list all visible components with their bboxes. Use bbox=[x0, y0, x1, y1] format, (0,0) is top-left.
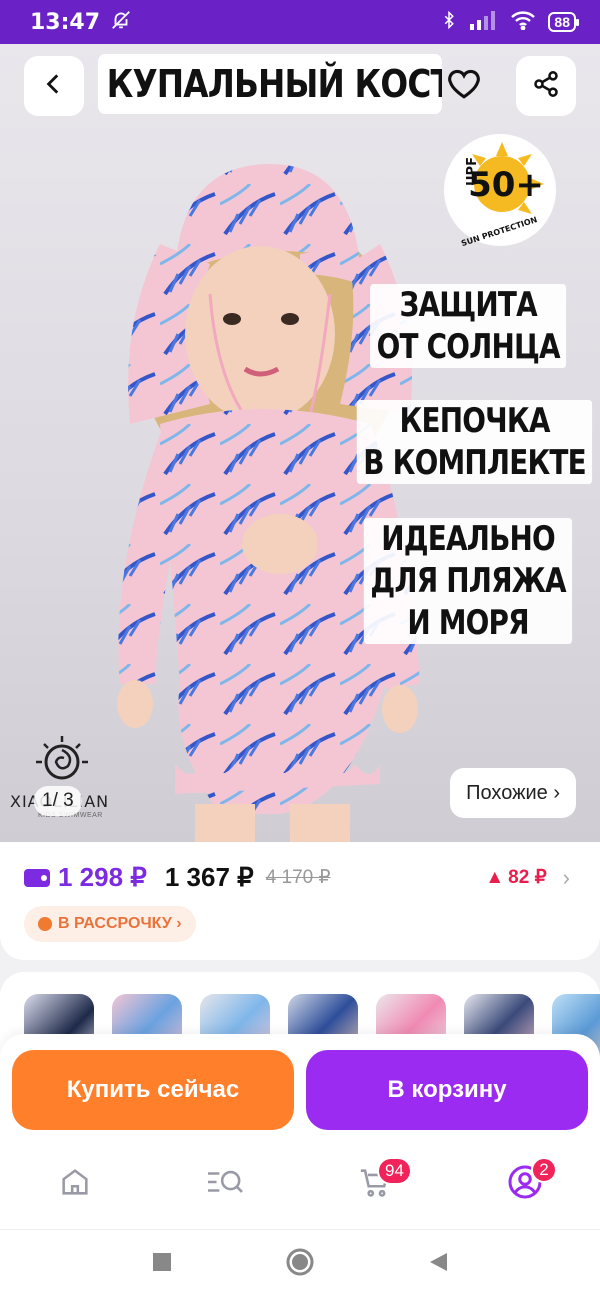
square-icon[interactable] bbox=[151, 1251, 173, 1278]
catalog-search-icon bbox=[205, 1165, 245, 1204]
wifi-icon bbox=[510, 10, 536, 35]
product-image[interactable]: КУПАЛЬНЫЙ КОСТЮМ bbox=[0, 44, 600, 842]
back-arrow-icon bbox=[41, 71, 67, 102]
triangle-up-icon: ▲ bbox=[485, 866, 505, 888]
card-price: 1 298 ₽ bbox=[58, 862, 147, 892]
old-price: 4 170 ₽ bbox=[265, 867, 331, 888]
circle-icon[interactable] bbox=[285, 1247, 315, 1282]
points-value: 82 ₽ bbox=[508, 867, 547, 888]
hero-label-line: ДЛЯ ПЛЯЖА bbox=[369, 561, 566, 601]
mute-icon bbox=[110, 9, 132, 36]
upf-text: UPF bbox=[465, 157, 480, 186]
home-icon bbox=[58, 1165, 92, 1204]
hero-label-beach: ИДЕАЛЬНО ДЛЯ ПЛЯЖА И МОРЯ bbox=[363, 518, 572, 644]
share-icon bbox=[532, 70, 560, 103]
chevron-right-icon: › bbox=[562, 864, 570, 890]
hero-title: КУПАЛЬНЫЙ КОСТЮМ bbox=[98, 54, 442, 114]
image-page-indicator: 1/ 3 bbox=[34, 786, 82, 816]
share-button[interactable] bbox=[516, 56, 576, 116]
wallet-icon bbox=[24, 868, 50, 887]
pie-icon bbox=[38, 917, 52, 931]
status-bar: 13:47 88 bbox=[0, 0, 600, 44]
points-badge: ▲ 82 ₽ bbox=[485, 866, 546, 889]
upf-badge: 50+ UPF SUN PROTECTION bbox=[440, 130, 560, 250]
hero-label-cap: КЕПОЧКА В КОМПЛЕКТЕ bbox=[356, 400, 592, 484]
buy-now-button[interactable]: Купить сейчас bbox=[12, 1050, 294, 1130]
product-screen: 13:47 88 КУПАЛЬНЫЙ КОС 50+ UPF SUN PROTE… bbox=[0, 0, 600, 1299]
nav-profile[interactable]: 2 bbox=[485, 1155, 565, 1215]
favorite-button[interactable] bbox=[444, 66, 484, 106]
nav-home[interactable] bbox=[35, 1155, 115, 1215]
hero-label-line: И МОРЯ bbox=[406, 603, 529, 643]
back-button[interactable] bbox=[24, 56, 84, 116]
bottom-nav: 94 2 bbox=[0, 1140, 600, 1230]
hero-label-line: ОТ СОЛНЦА bbox=[376, 327, 560, 367]
profile-badge: 2 bbox=[531, 1156, 557, 1183]
system-nav bbox=[0, 1230, 600, 1299]
hero-label-sun: ЗАЩИТА ОТ СОЛНЦА bbox=[369, 284, 566, 368]
price: 1 367 ₽ bbox=[164, 862, 254, 892]
action-bar: Купить сейчас В корзину bbox=[0, 1034, 600, 1144]
price-card: 1 298 ₽ 1 367 ₽ 4 170 ₽ ▲ 82 ₽ › В РАССР… bbox=[0, 842, 600, 960]
price-row[interactable]: 1 298 ₽ 1 367 ₽ 4 170 ₽ ▲ 82 ₽ › bbox=[24, 862, 570, 893]
signal-icon bbox=[470, 10, 498, 35]
triangle-back-icon[interactable] bbox=[427, 1251, 449, 1278]
hero-label-line: КЕПОЧКА bbox=[399, 401, 550, 441]
status-time: 13:47 bbox=[30, 9, 101, 35]
nav-catalog[interactable] bbox=[185, 1155, 265, 1215]
installment-button[interactable]: В РАССРОЧКУ › bbox=[24, 906, 196, 942]
add-to-cart-button[interactable]: В корзину bbox=[306, 1050, 588, 1130]
hero-label-line: ИДЕАЛЬНО bbox=[380, 519, 555, 559]
heart-icon bbox=[447, 68, 481, 105]
hero-label-line: В КОМПЛЕКТЕ bbox=[362, 443, 586, 483]
battery-icon: 88 bbox=[548, 12, 579, 32]
hero-label-line: ЗАЩИТА bbox=[399, 285, 537, 325]
installment-label: В РАССРОЧКУ › bbox=[58, 915, 182, 932]
bluetooth-icon bbox=[440, 9, 458, 36]
nav-cart[interactable]: 94 bbox=[335, 1155, 415, 1215]
similar-button[interactable]: Похожие › bbox=[450, 768, 576, 818]
cart-badge: 94 bbox=[377, 1156, 412, 1185]
